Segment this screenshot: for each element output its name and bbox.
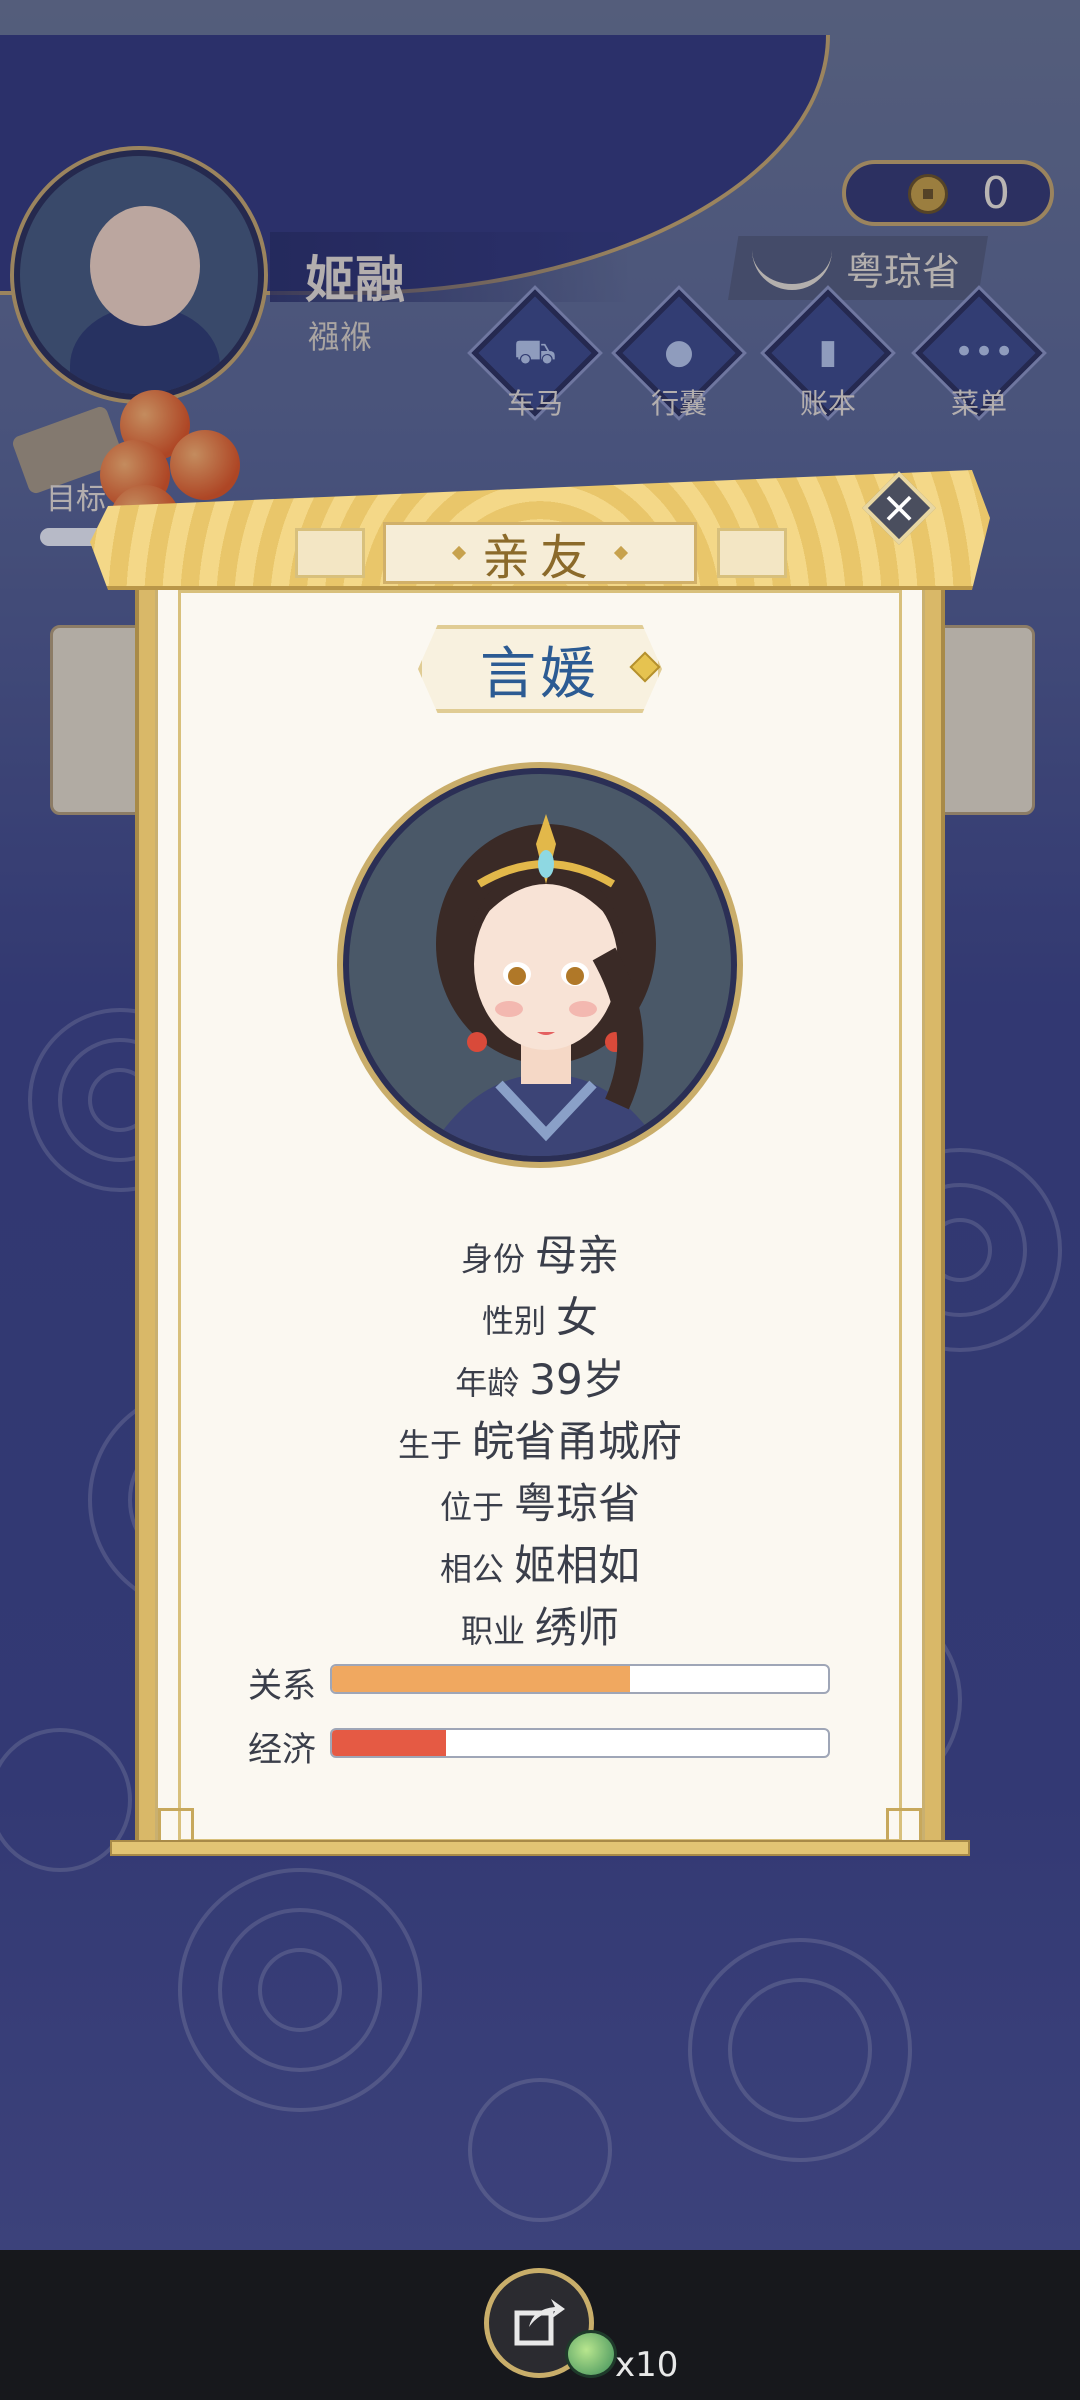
info-value: 姬相如 <box>514 1541 641 1590</box>
relationship-bar <box>330 1664 830 1694</box>
title-dot-left <box>451 545 467 561</box>
title-dot-right <box>613 545 629 561</box>
info-row-birthplace: 生于 皖省甬城府 <box>155 1408 925 1469</box>
modal-title-box: 亲友 <box>383 522 697 586</box>
modal-title: 亲友 <box>481 530 598 586</box>
info-key: 职业 <box>460 1612 525 1650</box>
corner-deco-left <box>158 1808 194 1844</box>
header-side-box-left <box>295 528 365 578</box>
info-value: 粤琼省 <box>514 1479 641 1528</box>
info-key: 位于 <box>439 1488 504 1526</box>
reward-badge-icon <box>565 2330 617 2378</box>
info-row-spouse: 相公 姬相如 <box>155 1532 925 1593</box>
info-value: 女 <box>556 1293 599 1342</box>
reward-multiplier: x10 <box>615 2345 679 2385</box>
modal-bottom-bar <box>110 1840 970 1856</box>
character-name-plate: 言媛 <box>418 625 662 713</box>
stat-row-economy: 经济 <box>248 1722 848 1770</box>
stat-label: 关系 <box>248 1666 316 1706</box>
stat-label: 经济 <box>248 1730 316 1770</box>
info-row-occupation: 职业 绣师 <box>155 1594 925 1655</box>
info-value: 绣师 <box>535 1603 620 1652</box>
stat-row-relationship: 关系 <box>248 1658 848 1706</box>
corner-deco-right <box>886 1808 922 1844</box>
close-icon[interactable]: × <box>873 478 925 538</box>
info-row-identity: 身份 母亲 <box>155 1222 925 1283</box>
info-value: 母亲 <box>535 1231 620 1280</box>
relationship-bar-fill <box>332 1666 630 1692</box>
header-side-box-right <box>717 528 787 578</box>
character-name: 言媛 <box>480 641 600 707</box>
portrait-illustration <box>425 814 667 1156</box>
share-icon <box>514 2299 565 2346</box>
info-row-location: 位于 粤琼省 <box>155 1470 925 1531</box>
economy-bar <box>330 1728 830 1758</box>
info-key: 生于 <box>397 1426 462 1464</box>
info-key: 年龄 <box>455 1364 520 1402</box>
info-value: 39岁 <box>529 1355 625 1404</box>
info-key: 性别 <box>481 1302 546 1340</box>
info-row-gender: 性别女 <box>155 1284 925 1345</box>
info-value: 皖省甬城府 <box>472 1417 683 1466</box>
economy-bar-fill <box>332 1730 447 1756</box>
info-row-age: 年龄 39岁 <box>155 1346 925 1407</box>
character-portrait <box>343 768 737 1162</box>
info-key: 身份 <box>460 1240 525 1278</box>
info-key: 相公 <box>439 1550 504 1588</box>
